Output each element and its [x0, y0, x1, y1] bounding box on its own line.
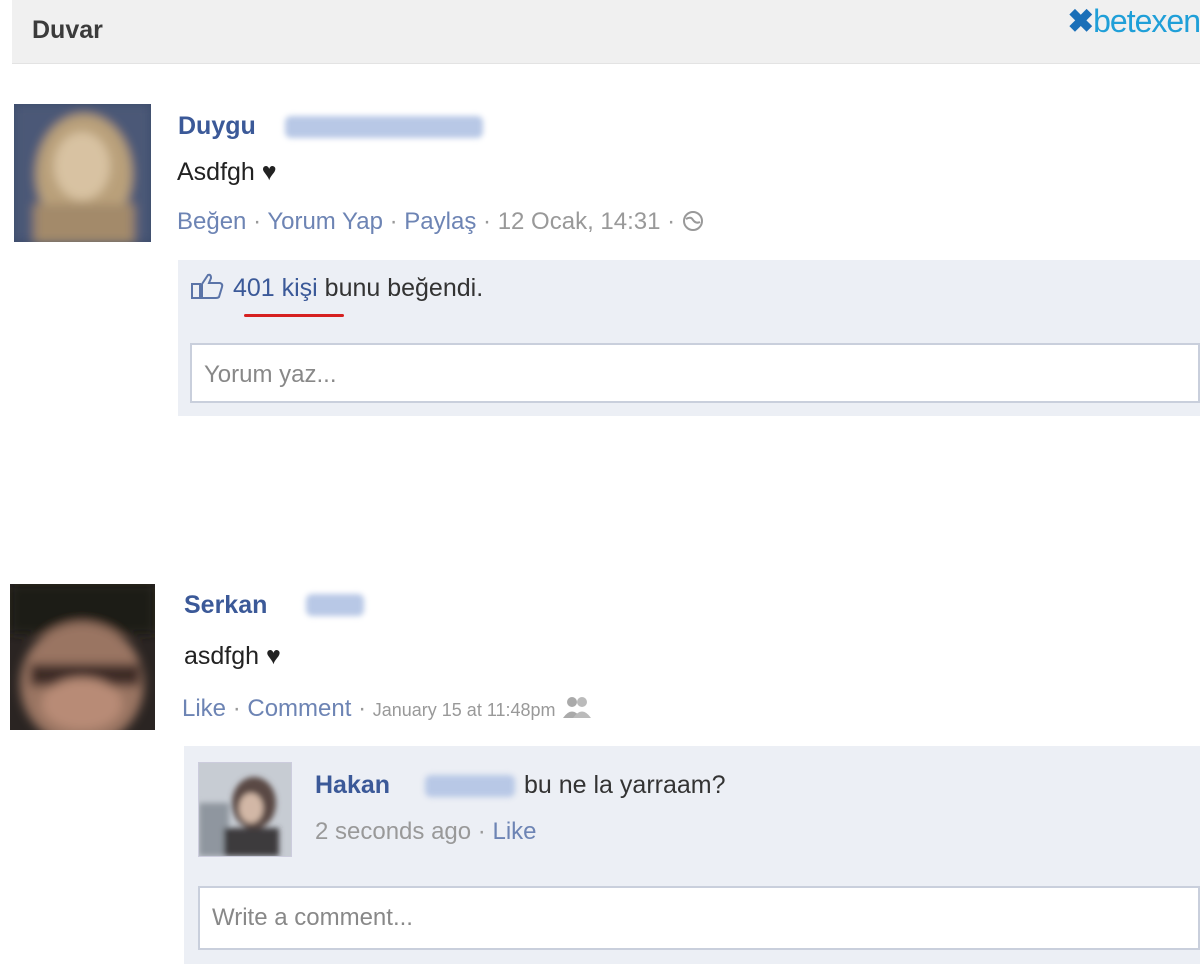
globe-icon	[682, 208, 704, 235]
thumbs-up-icon	[190, 273, 233, 302]
betexen-logo: ✖betexen	[1067, 3, 1200, 39]
post-meta: Beğen · Yorum Yap · Paylaş · 12 Ocak, 14…	[177, 208, 704, 236]
like-link[interactable]: Beğen	[177, 208, 246, 235]
redacted-surname	[425, 775, 515, 797]
redacted-surname	[285, 116, 483, 138]
post-text: Asdfgh ♥	[177, 158, 277, 186]
comment-avatar[interactable]	[198, 762, 292, 857]
likes-text: bunu beğendi.	[317, 274, 484, 302]
like-link[interactable]: Like	[182, 695, 226, 722]
post-timestamp[interactable]: January 15 at 11:48pm	[373, 700, 556, 720]
likes-count-link[interactable]: 401 kişi	[233, 274, 318, 302]
redacted-surname	[306, 594, 364, 616]
comment-link[interactable]: Yorum Yap	[267, 208, 383, 235]
friends-icon	[562, 695, 592, 722]
comment-placeholder: Write a comment...	[212, 904, 413, 931]
comment-like-link[interactable]: Like	[492, 818, 536, 845]
comment-link[interactable]: Comment	[247, 695, 351, 722]
comment-text: bu ne la yarraam?	[524, 771, 726, 799]
page-title: Duvar	[32, 16, 103, 44]
wall-header: Duvar	[12, 0, 1200, 64]
share-link[interactable]: Paylaş	[404, 208, 476, 235]
post-author[interactable]: Serkan	[184, 591, 267, 620]
post-meta: Like · Comment · January 15 at 11:48pm	[182, 695, 592, 723]
post-timestamp[interactable]: 12 Ocak, 14:31	[498, 208, 661, 235]
post-author[interactable]: Duygu	[178, 112, 256, 141]
post-text: asdfgh ♥	[184, 642, 281, 670]
avatar[interactable]	[14, 104, 151, 242]
comment-meta: 2 seconds ago · Like	[315, 818, 537, 845]
comment-timestamp[interactable]: 2 seconds ago	[315, 818, 471, 845]
comment-placeholder: Yorum yaz...	[204, 361, 337, 388]
red-underline-annotation	[244, 314, 344, 317]
comment-author[interactable]: Hakan	[315, 771, 390, 800]
comment-input[interactable]	[190, 343, 1200, 403]
likes-summary: 401 kişi bunu beğendi.	[190, 272, 483, 303]
avatar[interactable]	[10, 584, 155, 730]
